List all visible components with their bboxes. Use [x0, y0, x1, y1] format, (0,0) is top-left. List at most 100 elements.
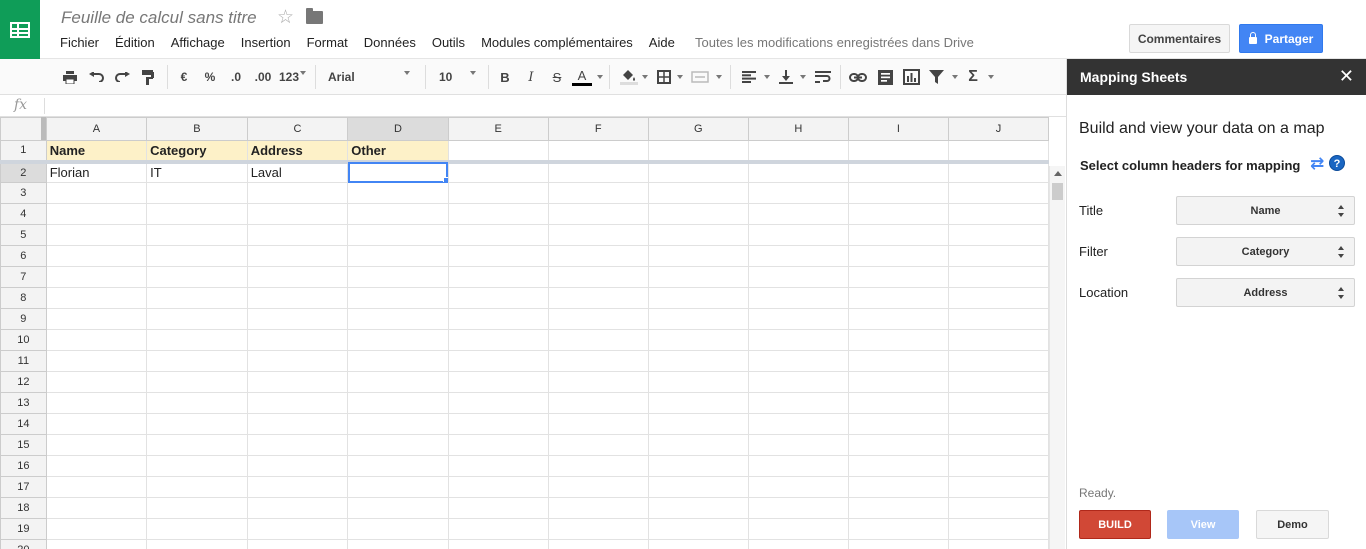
grid-cell[interactable]	[847, 245, 949, 267]
grid-cell[interactable]	[45, 455, 148, 477]
grid-cell[interactable]	[447, 392, 549, 414]
grid-cell[interactable]	[547, 308, 649, 330]
row-header[interactable]: 11	[0, 350, 47, 372]
grid-cell[interactable]	[246, 455, 349, 477]
grid-cell[interactable]	[547, 182, 649, 204]
grid-cell[interactable]	[947, 350, 1049, 372]
grid-cell[interactable]	[45, 350, 148, 372]
grid-cell[interactable]: Florian	[45, 161, 148, 183]
grid-cell[interactable]: Category	[146, 140, 248, 164]
grid-cell[interactable]	[647, 266, 749, 288]
grid-cell[interactable]	[45, 518, 148, 540]
grid-cell[interactable]	[347, 266, 449, 288]
grid-cell[interactable]	[647, 203, 749, 225]
grid-cell[interactable]	[547, 224, 649, 246]
grid-cell[interactable]	[347, 182, 449, 204]
grid-cell[interactable]	[947, 497, 1049, 519]
row-header[interactable]: 20	[0, 539, 47, 549]
grid-cell[interactable]	[647, 287, 749, 309]
grid-cell[interactable]	[647, 329, 749, 351]
grid-cell[interactable]	[45, 476, 148, 498]
grid-cell[interactable]	[447, 287, 549, 309]
grid-cell[interactable]	[947, 287, 1049, 309]
text-color-button[interactable]: A	[572, 67, 592, 87]
location-column-select[interactable]: Address	[1176, 278, 1355, 307]
column-header[interactable]: F	[547, 117, 649, 141]
grid-cell[interactable]	[947, 140, 1049, 164]
grid-cell[interactable]	[847, 413, 949, 435]
grid-cell[interactable]	[747, 224, 849, 246]
grid-cell[interactable]	[146, 392, 248, 414]
grid-cell[interactable]	[45, 224, 148, 246]
italic-button[interactable]: I	[524, 67, 538, 87]
grid-cell[interactable]	[647, 434, 749, 456]
grid-cell[interactable]	[947, 266, 1049, 288]
number-format-button[interactable]: 123	[277, 67, 301, 87]
grid-cell[interactable]	[847, 266, 949, 288]
grid-cell[interactable]	[447, 308, 549, 330]
grid-cell[interactable]	[447, 539, 549, 549]
column-header[interactable]: B	[146, 117, 248, 141]
grid-cell[interactable]	[947, 392, 1049, 414]
grid-cell[interactable]	[146, 224, 248, 246]
grid-cell[interactable]	[347, 329, 449, 351]
grid-cell[interactable]	[747, 140, 849, 164]
grid-cell[interactable]	[647, 392, 749, 414]
grid-cell[interactable]	[647, 224, 749, 246]
grid-cell[interactable]	[347, 497, 449, 519]
grid-cell[interactable]	[947, 518, 1049, 540]
grid-cell[interactable]	[347, 308, 449, 330]
grid-cell[interactable]	[547, 539, 649, 549]
grid-cell[interactable]	[45, 413, 148, 435]
grid-cell[interactable]	[547, 434, 649, 456]
title-column-select[interactable]: Name	[1176, 196, 1355, 225]
grid-cell[interactable]	[847, 371, 949, 393]
row-header[interactable]: 3	[0, 182, 47, 204]
grid-cell[interactable]	[847, 455, 949, 477]
grid-cell[interactable]	[447, 203, 549, 225]
grid-cell[interactable]	[246, 350, 349, 372]
grid-cell[interactable]	[947, 476, 1049, 498]
row-header[interactable]: 15	[0, 434, 47, 456]
close-icon[interactable]: ✕	[1339, 67, 1354, 85]
share-button[interactable]: Partager	[1239, 24, 1323, 53]
insert-comment-icon[interactable]	[876, 67, 894, 87]
menu-aide[interactable]: Aide	[641, 35, 683, 50]
grid-cell[interactable]	[246, 434, 349, 456]
star-icon[interactable]: ☆	[277, 6, 294, 29]
grid-cell[interactable]	[547, 413, 649, 435]
grid-cell[interactable]	[246, 413, 349, 435]
font-family-select[interactable]: Arial	[328, 67, 408, 87]
column-header[interactable]: A	[45, 117, 148, 141]
row-header[interactable]: 14	[0, 413, 47, 435]
insert-link-icon[interactable]	[848, 67, 868, 87]
grid-cell[interactable]	[347, 245, 449, 267]
row-header[interactable]: 8	[0, 287, 47, 309]
row-header[interactable]: 5	[0, 224, 47, 246]
currency-format-button[interactable]: €	[177, 67, 191, 87]
grid-cell[interactable]	[447, 476, 549, 498]
print-icon[interactable]	[61, 67, 79, 87]
grid-cell[interactable]	[547, 140, 649, 164]
vertical-scrollbar[interactable]	[1049, 166, 1065, 549]
grid-cell[interactable]	[947, 182, 1049, 204]
grid-cell[interactable]	[747, 182, 849, 204]
grid-cell[interactable]: Address	[246, 140, 349, 164]
merge-cells-icon[interactable]	[690, 67, 710, 87]
build-button[interactable]: BUILD	[1079, 510, 1151, 539]
grid-cell[interactable]	[547, 371, 649, 393]
grid-cell[interactable]	[747, 413, 849, 435]
grid-cell[interactable]	[246, 497, 349, 519]
grid-cell[interactable]	[246, 371, 349, 393]
grid-cell[interactable]	[45, 497, 148, 519]
grid-cell[interactable]	[146, 476, 248, 498]
grid-cell[interactable]	[246, 539, 349, 549]
grid-cell[interactable]	[847, 203, 949, 225]
grid-cell[interactable]	[647, 476, 749, 498]
row-header[interactable]: 1	[0, 140, 47, 164]
grid-cell[interactable]	[547, 161, 649, 183]
grid-cell[interactable]	[246, 518, 349, 540]
grid-cell[interactable]	[447, 497, 549, 519]
grid-cell[interactable]	[347, 350, 449, 372]
grid-cell[interactable]	[747, 329, 849, 351]
